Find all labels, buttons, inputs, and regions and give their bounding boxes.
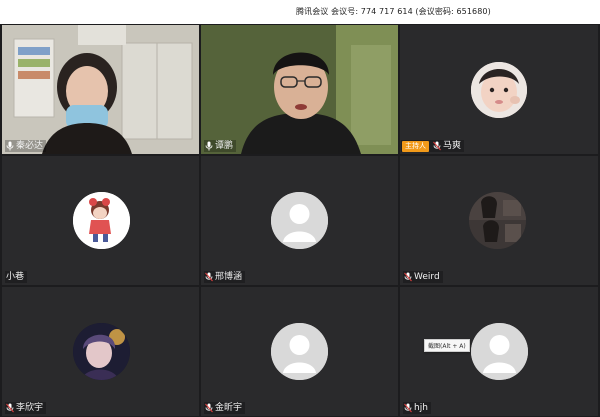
participant-tile-4[interactable]: 小巷 bbox=[2, 156, 199, 285]
participant-name-3: 马爽 bbox=[443, 141, 462, 151]
participant-label-2: 谭鹏 bbox=[204, 140, 237, 152]
mic-icon bbox=[6, 141, 14, 151]
participant-label-3: 主持人 马爽 bbox=[401, 140, 465, 152]
mic-muted-icon bbox=[6, 403, 14, 413]
mic-muted-icon bbox=[433, 141, 441, 151]
mic-muted-icon bbox=[205, 272, 213, 282]
screenshot-tooltip: 截图(Alt + A) bbox=[424, 339, 470, 352]
participant-avatar-7 bbox=[73, 323, 130, 380]
participant-label-1: 秦必达 bbox=[5, 140, 47, 152]
mic-muted-icon bbox=[205, 403, 213, 413]
participant-label-6: Weird bbox=[403, 271, 443, 283]
participant-tile-5[interactable]: 邢博涵 bbox=[201, 156, 398, 285]
default-avatar-icon bbox=[271, 192, 328, 249]
participant-label-5: 邢博涵 bbox=[204, 271, 246, 283]
mic-icon bbox=[205, 141, 213, 151]
participant-tile-1[interactable]: 秦必达 bbox=[2, 25, 199, 154]
host-badge: 主持人 bbox=[402, 140, 429, 152]
participant-name-7: 李欣宇 bbox=[16, 403, 44, 413]
participant-tile-7[interactable]: 李欣宇 bbox=[2, 287, 199, 416]
participant-label-9: hjh bbox=[403, 402, 431, 414]
participant-name-8: 金昕宇 bbox=[215, 403, 243, 413]
meeting-window: 腾讯会议 会议号: 774 717 614 (会议密码: 651680) 秦必达… bbox=[0, 0, 600, 417]
participant-video-2 bbox=[201, 25, 398, 154]
participant-name-5: 邢博涵 bbox=[215, 272, 243, 282]
mic-muted-icon bbox=[404, 272, 412, 282]
title-bar: 腾讯会议 会议号: 774 717 614 (会议密码: 651680) bbox=[0, 0, 600, 24]
default-avatar-icon bbox=[271, 323, 328, 380]
participant-name-4: 小巷 bbox=[6, 272, 25, 282]
participant-name-1: 秦必达 bbox=[16, 141, 44, 151]
default-avatar-icon bbox=[471, 323, 528, 380]
participant-avatar-3 bbox=[471, 62, 527, 118]
participant-avatar-4 bbox=[73, 192, 130, 249]
participant-tile-3[interactable]: 主持人 马爽 bbox=[400, 25, 598, 154]
participant-video-1 bbox=[2, 25, 199, 154]
participant-name-2: 谭鹏 bbox=[215, 141, 234, 151]
video-grid: 秦必达 谭鹏 主持人 马爽 小巷 邢博涵 Weird 李欣宇 金昕宇 hjh bbox=[0, 24, 600, 417]
participant-tile-8[interactable]: 金昕宇 bbox=[201, 287, 398, 416]
participant-avatar-6 bbox=[469, 192, 526, 249]
participant-tile-6[interactable]: Weird bbox=[400, 156, 598, 285]
participant-name-6: Weird bbox=[414, 272, 440, 282]
participant-tile-2[interactable]: 谭鹏 bbox=[201, 25, 398, 154]
participant-name-9: hjh bbox=[414, 403, 428, 413]
participant-label-8: 金昕宇 bbox=[204, 402, 246, 414]
participant-label-7: 李欣宇 bbox=[5, 402, 47, 414]
meeting-title: 腾讯会议 会议号: 774 717 614 (会议密码: 651680) bbox=[296, 7, 491, 16]
participant-label-4: 小巷 bbox=[5, 271, 28, 283]
mic-muted-icon bbox=[404, 403, 412, 413]
